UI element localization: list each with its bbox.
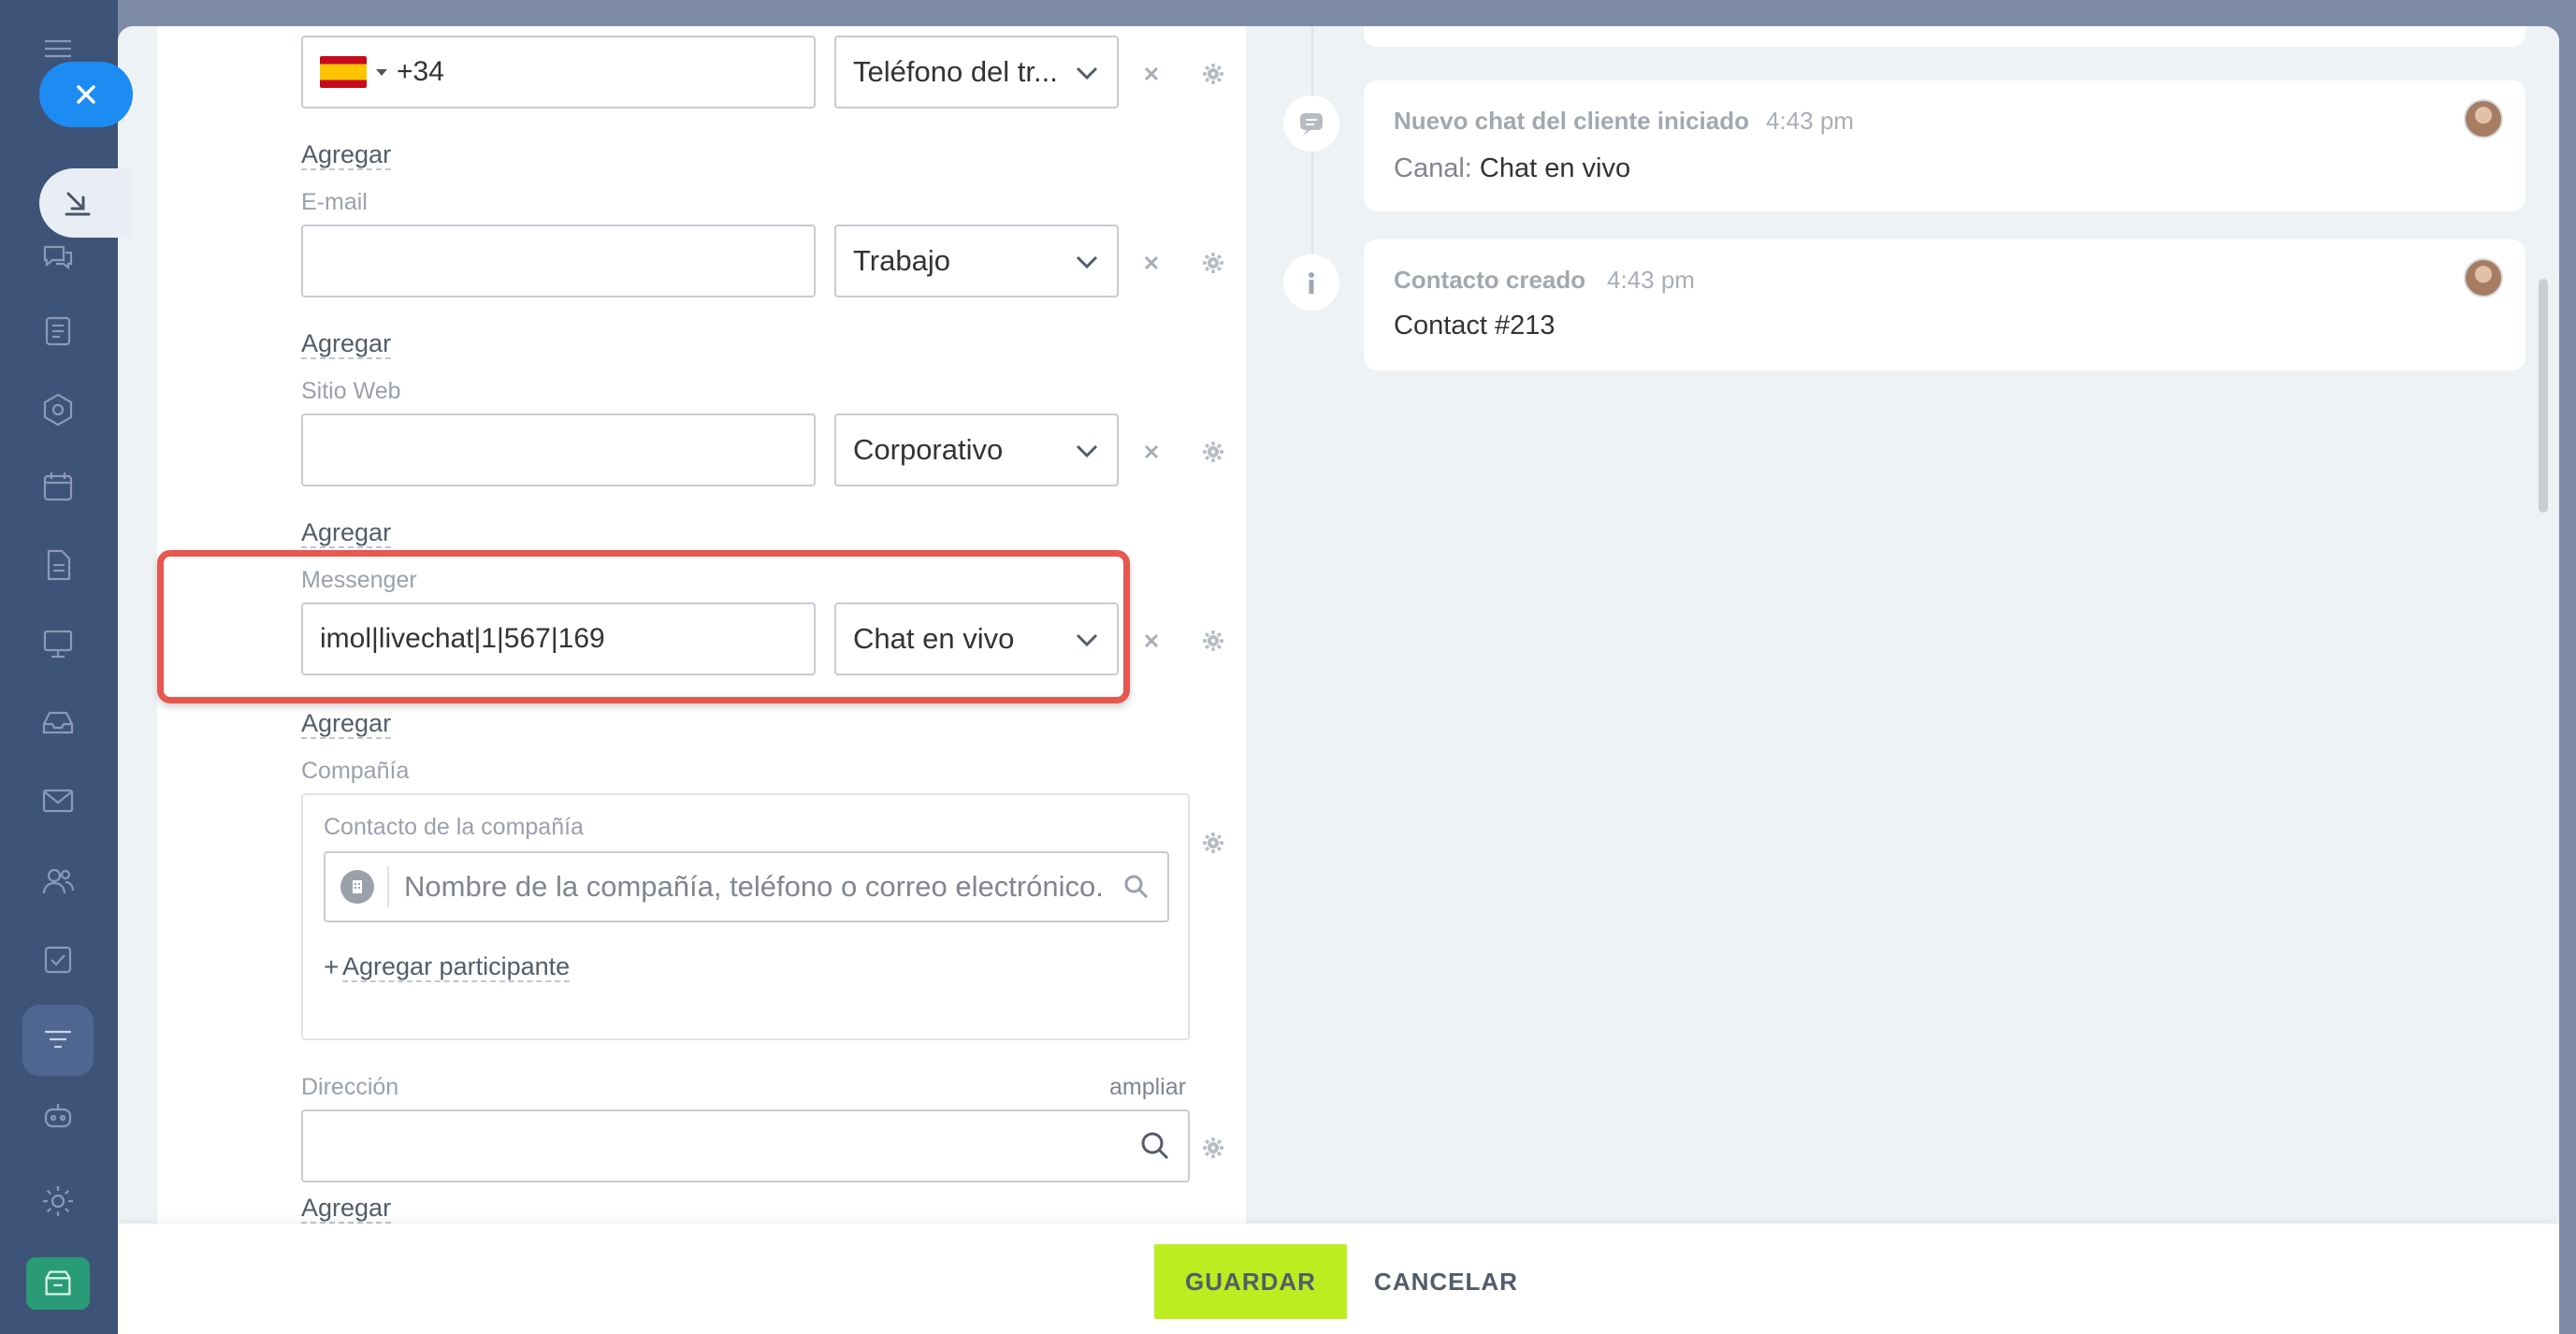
contact-edit-panel: +34 Teléfono del tr... Agregar E-mail Tr…: [118, 26, 2559, 1334]
remove-website-button[interactable]: [1137, 438, 1165, 466]
phone-type-select[interactable]: Teléfono del tr...: [834, 36, 1119, 109]
timeline-chat-dot: [1283, 95, 1339, 152]
gear-icon: [1203, 631, 1223, 651]
gear-icon: [1203, 1138, 1223, 1158]
company-settings-button[interactable]: [1199, 829, 1227, 857]
timeline-card-contact: Contacto creado 4:43 pm Contact #213: [1364, 239, 2525, 370]
email-settings-button[interactable]: [1199, 249, 1227, 277]
address-expand-link[interactable]: ampliar: [1109, 1074, 1186, 1101]
address-input[interactable]: [301, 1109, 1190, 1182]
phone-type-value: Teléfono del tr...: [853, 55, 1058, 88]
hexagon-icon[interactable]: [36, 387, 80, 432]
search-icon[interactable]: [1139, 1130, 1171, 1162]
inbox-icon[interactable]: [36, 700, 80, 745]
spain-flag-icon[interactable]: [320, 56, 367, 88]
chat-icon: [1300, 113, 1323, 136]
phone-input[interactable]: +34: [301, 36, 816, 109]
timeline-scrollbar[interactable]: [2539, 279, 2548, 513]
email-type-value: Trabajo: [853, 244, 950, 277]
gear-icon: [1203, 253, 1223, 273]
messenger-settings-button[interactable]: [1199, 627, 1227, 655]
market-app-icon[interactable]: [26, 1257, 90, 1310]
info-icon: [1309, 272, 1314, 294]
board-icon[interactable]: [36, 621, 80, 666]
timeline-item-body: Contact #213: [1394, 311, 1556, 341]
website-input[interactable]: [301, 413, 816, 486]
crm-funnel-icon[interactable]: [36, 1018, 80, 1063]
calendar-icon[interactable]: [36, 464, 80, 509]
website-settings-button[interactable]: [1199, 438, 1227, 466]
close-icon: [77, 85, 95, 104]
company-search-placeholder: Nombre de la compañía, teléfono o correo…: [404, 870, 1104, 903]
timeline-card-previous: [1364, 26, 2525, 47]
messenger-highlight: [157, 550, 1130, 703]
website-type-select[interactable]: Corporativo: [834, 413, 1119, 486]
timeline-item-time: 4:43 pm: [1607, 266, 1695, 294]
remove-phone-button[interactable]: [1137, 60, 1165, 88]
address-settings-button[interactable]: [1199, 1134, 1227, 1162]
company-building-icon: [340, 870, 374, 904]
website-type-value: Corporativo: [853, 433, 1004, 466]
email-input[interactable]: [301, 225, 816, 297]
website-label: Sitio Web: [301, 378, 401, 404]
address-label: Dirección: [301, 1074, 399, 1100]
add-messenger-link[interactable]: Agregar: [301, 709, 392, 739]
phone-settings-button[interactable]: [1199, 60, 1227, 88]
close-icon: [1144, 633, 1159, 648]
tasks-icon[interactable]: [36, 937, 80, 982]
close-icon: [1144, 66, 1159, 81]
document-icon[interactable]: [36, 543, 80, 587]
add-email-link[interactable]: Agregar: [301, 329, 392, 359]
country-dropdown-icon[interactable]: [376, 68, 387, 76]
remove-email-button[interactable]: [1137, 249, 1165, 277]
add-participant-prefix: +: [324, 952, 340, 981]
minimize-arrow-icon: [65, 192, 91, 216]
company-search-input[interactable]: Nombre de la compañía, teléfono o correo…: [324, 851, 1169, 922]
close-icon: [1144, 255, 1159, 270]
gear-icon: [1203, 833, 1223, 853]
avatar[interactable]: [2464, 258, 2503, 297]
chevron-down-icon: [1076, 255, 1098, 269]
gear-icon: [1203, 64, 1223, 84]
contacts-icon[interactable]: [36, 859, 80, 904]
feed-icon[interactable]: [36, 309, 80, 354]
timeline-item-title: Nuevo chat del cliente iniciado: [1394, 107, 1749, 135]
close-panel-button[interactable]: [39, 62, 133, 127]
timeline-item-time: 4:43 pm: [1766, 107, 1854, 135]
timeline-card-chat: Nuevo chat del cliente iniciado 4:43 pm …: [1364, 80, 2525, 211]
channel-value: Chat en vivo: [1479, 153, 1631, 183]
timeline-info-dot: [1283, 254, 1339, 311]
cancel-button[interactable]: CANCELAR: [1362, 1244, 1530, 1319]
remove-messenger-button[interactable]: [1137, 627, 1165, 655]
save-button[interactable]: GUARDAR: [1154, 1244, 1347, 1319]
add-website-link[interactable]: Agregar: [301, 518, 392, 548]
company-contact-label: Contacto de la compañía: [324, 814, 584, 840]
add-participant-link[interactable]: Agregar participante: [342, 952, 571, 982]
chevron-down-icon: [1076, 66, 1098, 80]
company-label: Compañía: [301, 758, 410, 784]
close-icon: [1144, 444, 1159, 459]
avatar[interactable]: [2464, 99, 2503, 138]
email-type-select[interactable]: Trabajo: [834, 225, 1119, 297]
settings-icon[interactable]: [36, 1179, 80, 1224]
timeline-item-title: Contacto creado: [1394, 266, 1586, 294]
chat-icon[interactable]: [36, 234, 80, 279]
minimize-panel-button[interactable]: [39, 168, 133, 238]
gear-icon: [1203, 442, 1223, 462]
search-icon[interactable]: [1122, 873, 1151, 901]
robot-icon[interactable]: [36, 1095, 80, 1139]
search-divider: [387, 866, 389, 907]
timeline-item-body: Canal: Chat en vivo: [1394, 153, 1630, 184]
email-label: E-mail: [301, 189, 368, 215]
chevron-down-icon: [1076, 444, 1098, 458]
phone-value: +34: [397, 56, 444, 87]
channel-label: Canal:: [1394, 153, 1472, 183]
footer-bar: GUARDAR CANCELAR: [118, 1224, 2559, 1334]
add-address-link[interactable]: Agregar: [301, 1194, 392, 1224]
mail-icon[interactable]: [36, 778, 80, 823]
add-phone-link[interactable]: Agregar: [301, 140, 392, 170]
company-box: Contacto de la compañía Nombre de la com…: [301, 793, 1190, 1040]
